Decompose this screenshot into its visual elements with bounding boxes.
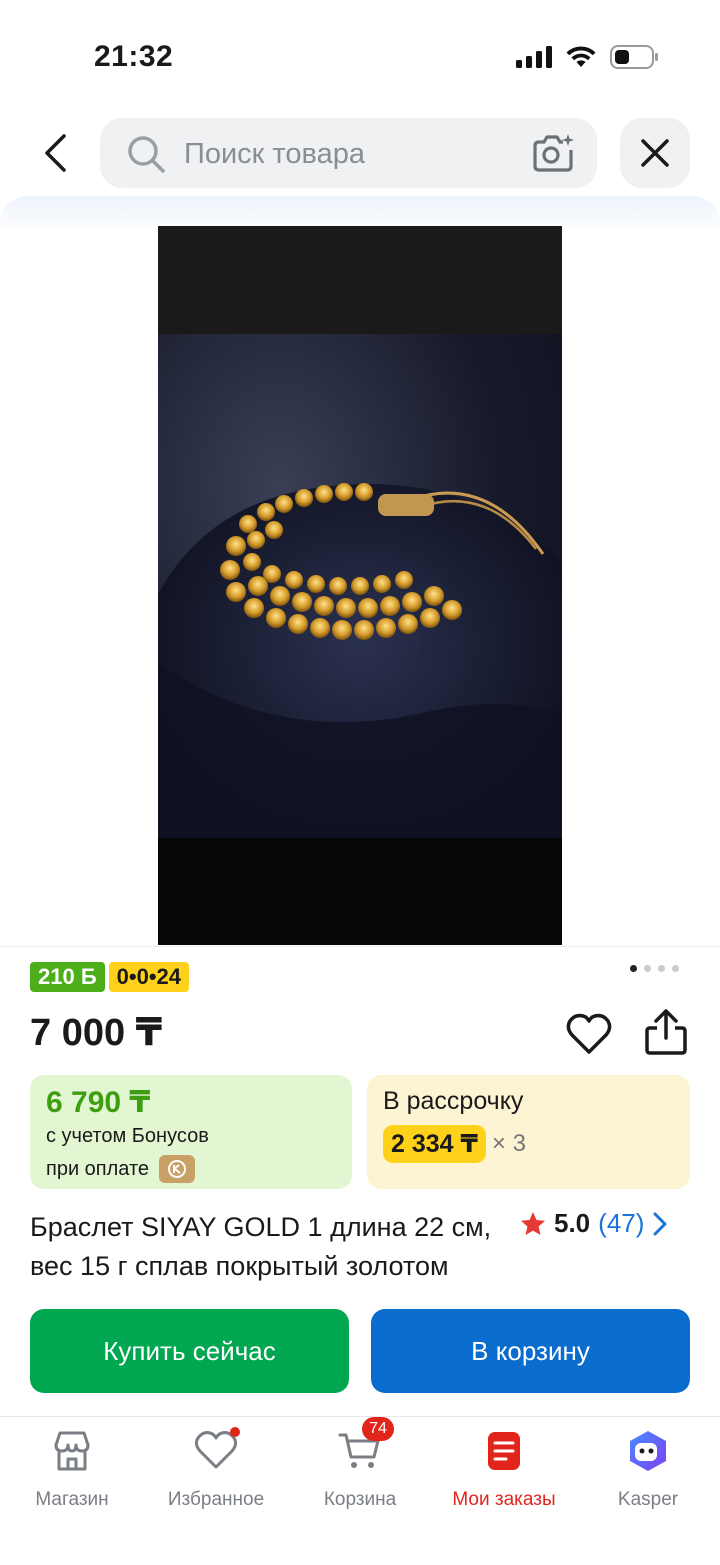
tab-cart[interactable]: 74 Корзина — [288, 1417, 432, 1527]
add-to-favorites-button[interactable] — [566, 1012, 612, 1056]
pagination-dot — [672, 965, 679, 972]
pagination-dot — [644, 965, 651, 972]
cellular-signal-icon — [516, 46, 552, 68]
pagination-dot-active — [630, 965, 637, 972]
installment-badge: 0•0•24 — [108, 962, 189, 992]
back-button[interactable] — [30, 126, 80, 180]
promo-badges: 210 Б 0•0•24 — [30, 962, 189, 992]
installment-box[interactable]: В рассрочку 2 334 ₸ × 3 — [367, 1075, 690, 1189]
bonus-caption: с учетом Бонусов — [46, 1125, 209, 1147]
kasper-icon — [630, 1431, 666, 1471]
search-header: Поиск товара — [0, 116, 720, 190]
close-icon — [641, 139, 669, 167]
star-icon — [521, 1211, 545, 1235]
bonus-caption-payment: при оплате — [46, 1157, 150, 1180]
chevron-left-icon — [45, 134, 66, 172]
bracelet-on-pillow-image — [158, 483, 562, 838]
tab-label: Корзина — [323, 1489, 397, 1510]
share-button[interactable] — [644, 1008, 688, 1056]
wifi-icon — [566, 46, 596, 67]
notification-dot — [230, 1427, 240, 1437]
divider — [0, 946, 720, 947]
status-time: 21:32 — [94, 40, 174, 73]
tab-favorites[interactable]: Избранное — [144, 1417, 288, 1527]
gallery-letterbox-top — [158, 226, 562, 334]
bottom-tab-bar: Магазин Избранное 74 Корзина Мои заказы … — [0, 1416, 720, 1565]
cart-count-badge: 74 — [362, 1417, 394, 1441]
product-price: 7 000 ₸ — [30, 1012, 163, 1054]
camera-search-icon[interactable] — [531, 132, 575, 174]
shop-icon — [54, 1431, 90, 1471]
share-icon — [645, 1009, 687, 1055]
product-photo[interactable] — [158, 334, 562, 838]
tab-label: Kasper — [617, 1489, 679, 1510]
chevron-right-icon — [653, 1212, 667, 1235]
search-placeholder: Поиск товара — [184, 138, 365, 170]
installment-title: В рассрочку — [383, 1087, 524, 1115]
rating-value: 5.0 — [554, 1208, 591, 1238]
bonus-badge: 210 Б — [30, 962, 105, 992]
tab-my-orders[interactable]: Мои заказы — [432, 1417, 576, 1527]
rating-link[interactable]: 5.0 (47) — [520, 1208, 668, 1239]
add-to-cart-button[interactable]: В корзину — [371, 1309, 690, 1393]
tab-label: Мои заказы — [452, 1489, 556, 1510]
tab-shop[interactable]: Магазин — [0, 1417, 144, 1527]
status-bar: 21:32 — [0, 0, 720, 110]
buy-now-button[interactable]: Купить сейчас — [30, 1309, 349, 1393]
orders-icon — [488, 1432, 520, 1470]
gallery-letterbox-bottom — [158, 838, 562, 945]
gallery-pagination — [630, 965, 679, 972]
installment-multiplier: × 3 — [491, 1130, 526, 1157]
product-image-gallery[interactable] — [158, 226, 562, 945]
product-title: Браслет SIYAY GOLD 1 длина 22 см, вес 15… — [30, 1212, 492, 1292]
tab-kasper[interactable]: Kasper — [576, 1417, 720, 1527]
close-button[interactable] — [620, 118, 690, 188]
heart-icon — [566, 1013, 612, 1054]
battery-icon — [610, 45, 658, 69]
reviews-count: (47) — [598, 1208, 645, 1238]
tab-label: Избранное — [167, 1489, 265, 1510]
pagination-dot — [658, 965, 665, 972]
search-input[interactable]: Поиск товара — [100, 118, 597, 188]
tab-label: Магазин — [35, 1489, 109, 1510]
installment-amount: 2 334 ₸ — [383, 1125, 486, 1163]
payment-method-icon — [159, 1155, 196, 1183]
bonus-price-box[interactable]: 6 790 ₸ с учетом Бонусов при оплате — [30, 1075, 352, 1189]
search-icon — [128, 136, 165, 173]
bonus-price: 6 790 ₸ — [46, 1086, 151, 1119]
